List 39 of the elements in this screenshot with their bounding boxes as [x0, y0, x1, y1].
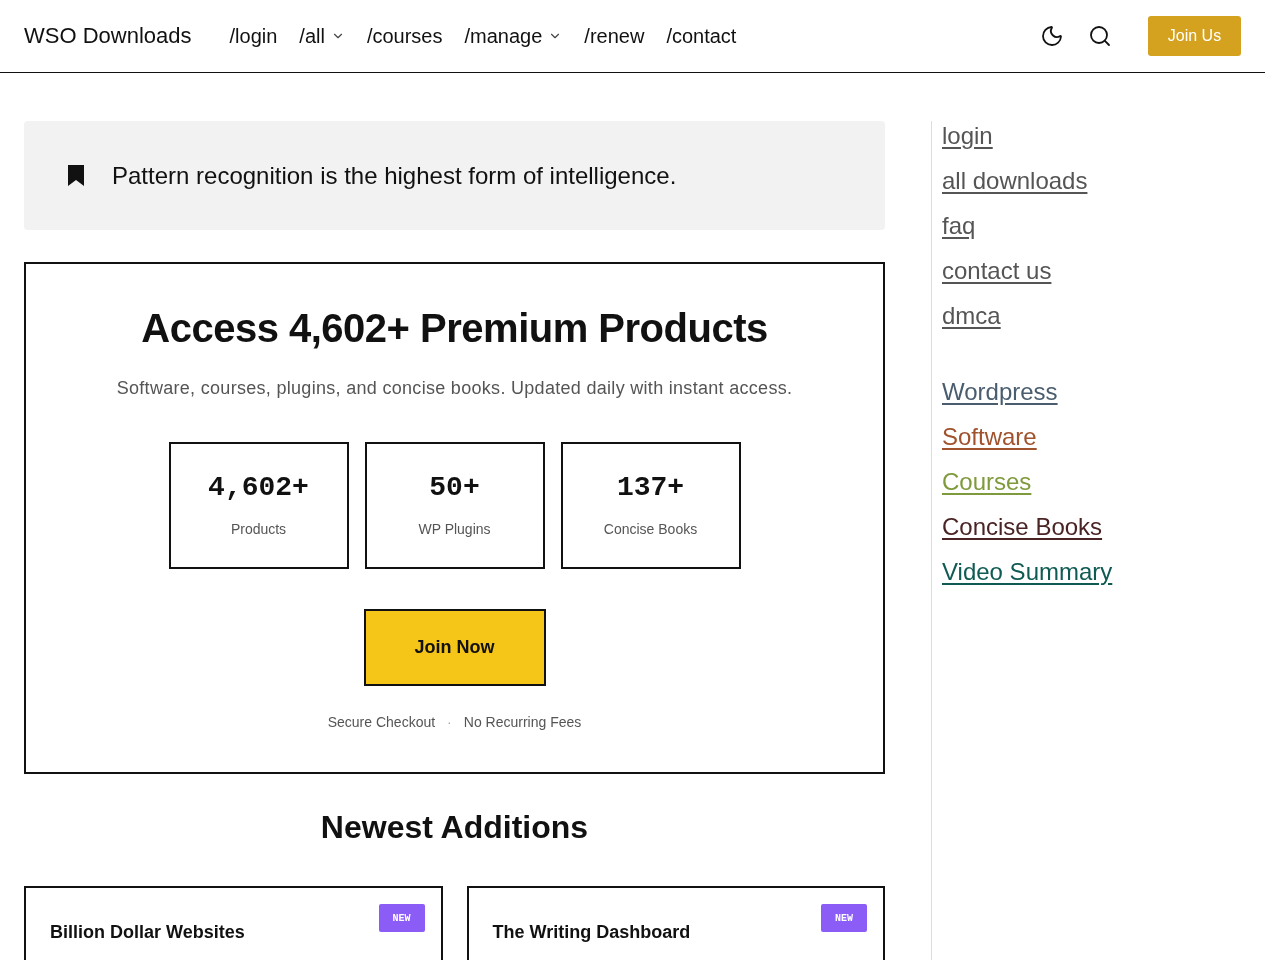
trust-note: No Recurring Fees: [463, 714, 582, 730]
product-card[interactable]: The Writing Dashboard NEW: [466, 886, 885, 960]
stat-value: 50+: [429, 471, 480, 505]
product-card[interactable]: Billion Dollar Websites NEW: [24, 886, 443, 960]
nav-link[interactable]: /courses: [366, 24, 443, 48]
site-logo[interactable]: WSO Downloads: [24, 23, 192, 49]
stat-value: 4,602+: [208, 471, 309, 505]
product-title: The Writing Dashboard: [492, 922, 691, 943]
category-link[interactable]: Video Summary: [942, 557, 1113, 586]
nav-link[interactable]: /renew: [584, 24, 645, 48]
sidebar-link[interactable]: all downloads: [942, 166, 1088, 195]
join-now-button[interactable]: Join Now: [363, 609, 546, 686]
search-icon[interactable]: [1088, 24, 1112, 48]
moon-icon[interactable]: [1040, 24, 1064, 48]
new-badge: NEW: [821, 904, 867, 932]
nav-link[interactable]: /login: [229, 24, 278, 48]
separator-dot: ·: [447, 714, 452, 730]
new-badge: NEW: [378, 904, 425, 932]
category-link[interactable]: Wordpress: [942, 377, 1058, 406]
category-link[interactable]: Software: [942, 422, 1037, 451]
sidebar-link[interactable]: faq: [942, 211, 976, 240]
category-link[interactable]: Concise Books: [942, 512, 1103, 541]
stat-label: Concise Books: [603, 521, 698, 537]
sidebar-link[interactable]: dmca: [942, 301, 1001, 330]
product-title: Billion Dollar Websites: [50, 922, 245, 943]
nav-link[interactable]: /manage: [464, 24, 563, 48]
hero-subtitle: Software, courses, plugins, and concise books. Updated daily with instant access.: [116, 378, 793, 399]
bookmark-icon: [68, 165, 84, 186]
nav-link[interactable]: /contact: [666, 24, 737, 48]
quote-text: Pattern recognition is the highest form of intelligence.: [112, 161, 677, 190]
hero-title: Access 4,602+ Premium Products: [141, 305, 768, 352]
stat-label: WP Plugins: [418, 521, 491, 537]
sidebar-link[interactable]: contact us: [942, 256, 1052, 285]
stat-value: 137+: [616, 471, 685, 505]
section-title: Newest Additions: [320, 808, 589, 847]
nav-link[interactable]: /all: [299, 24, 345, 48]
sidebar-link[interactable]: login: [942, 121, 993, 150]
stat-label: Products: [230, 521, 287, 537]
trust-note: Secure Checkout: [327, 714, 436, 730]
